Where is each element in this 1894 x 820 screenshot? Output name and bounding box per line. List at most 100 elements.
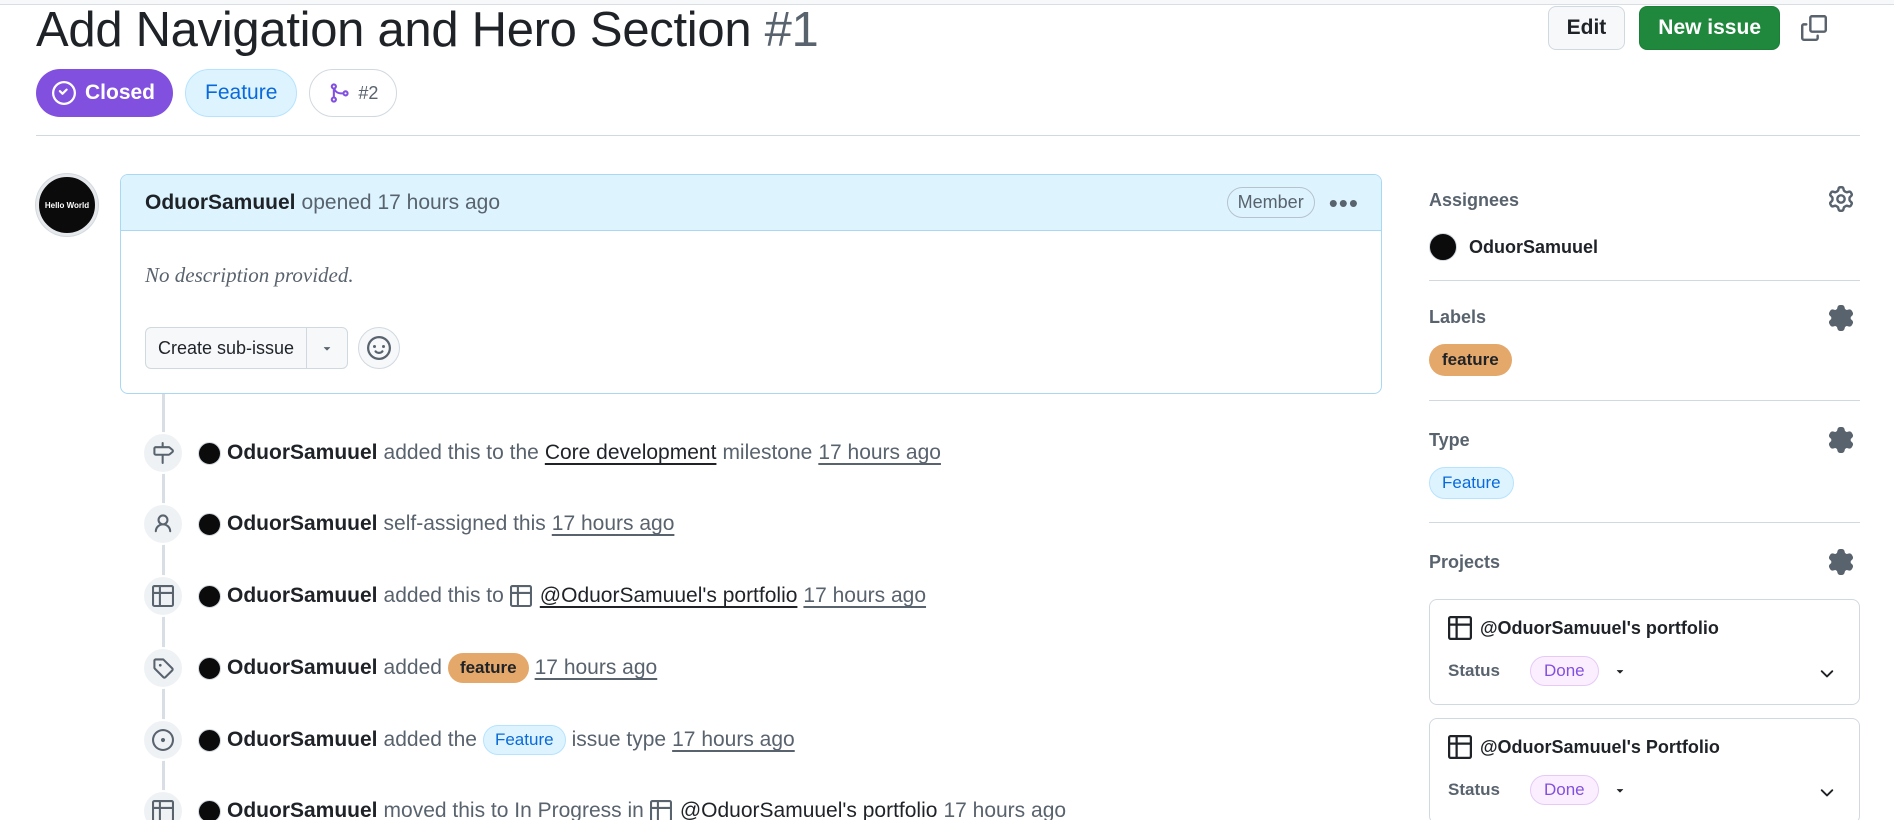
table-icon (142, 575, 184, 617)
comment-header: OduorSamuuel opened 17 hours ago Member … (121, 175, 1381, 231)
event-time[interactable]: 17 hours ago (803, 584, 926, 608)
event-actor[interactable]: OduorSamuuel (227, 728, 378, 752)
create-sub-issue-split-button: Create sub-issue (145, 327, 349, 369)
triangle-down-icon[interactable] (307, 328, 347, 368)
milestone-icon (142, 432, 184, 474)
event-actor[interactable]: OduorSamuuel (227, 441, 378, 465)
issue-type-badge[interactable]: Feature (185, 69, 298, 117)
status-label: Status (1448, 780, 1500, 799)
label-badge[interactable]: feature (447, 653, 529, 683)
status-badge[interactable]: Done (1529, 775, 1599, 805)
avatar[interactable] (198, 656, 221, 680)
more-options-icon[interactable]: ••• (1329, 190, 1359, 216)
labels-title: Labels (1429, 307, 1487, 327)
timeline-event: OduorSamuuel self-assigned this 17 hours… (142, 502, 674, 546)
gear-icon[interactable] (1828, 186, 1854, 217)
project-link[interactable]: @OduorSamuuel's portfolio (680, 799, 938, 820)
project-icon (509, 585, 532, 607)
assignees-section: Assignees OduorSamuuel (1429, 174, 1860, 281)
comment-author[interactable]: OduorSamuuel (145, 191, 296, 215)
event-time[interactable]: 17 hours ago (552, 512, 675, 536)
event-time[interactable]: 17 hours ago (943, 799, 1066, 820)
chevron-down-icon[interactable] (1817, 664, 1837, 689)
milestone-link[interactable]: Core development (545, 441, 717, 465)
event-actor[interactable]: OduorSamuuel (227, 799, 378, 820)
issue-body-comment: OduorSamuuel opened 17 hours ago Member … (120, 174, 1382, 394)
avatar[interactable] (198, 728, 221, 752)
issue-type-badge[interactable]: Feature (1429, 467, 1514, 499)
event-time[interactable]: 17 hours ago (535, 656, 658, 680)
avatar[interactable] (198, 512, 221, 536)
issue-type-icon (142, 719, 184, 761)
state-badge: Closed (36, 69, 174, 117)
timeline-event: OduorSamuuel added this to @OduorSamuuel… (142, 574, 926, 618)
avatar[interactable] (198, 584, 221, 608)
linked-pr-number: #2 (358, 82, 379, 103)
new-issue-button[interactable]: New issue (1639, 6, 1780, 50)
project-status: Status Done (1448, 775, 1841, 805)
copy-icon[interactable] (1794, 8, 1834, 48)
tag-icon (142, 647, 184, 689)
header-actions: Edit New issue (1547, 6, 1834, 50)
header-divider (36, 135, 1860, 136)
assignees-title: Assignees (1429, 190, 1520, 210)
project-card: @OduorSamuuel's portfolio Status Done (1429, 599, 1860, 705)
member-badge: Member (1226, 187, 1315, 218)
assignee-name: OduorSamuuel (1469, 236, 1599, 257)
comment-action: opened 17 hours ago (301, 190, 501, 214)
triangle-down-icon[interactable] (1613, 664, 1627, 678)
event-actor[interactable]: OduorSamuuel (227, 656, 378, 680)
status-badge[interactable]: Done (1529, 656, 1599, 686)
projects-section: Projects @OduorSamuuel's portfolio Statu… (1429, 523, 1860, 820)
timeline-event: OduorSamuuel moved this to In Progress i… (142, 789, 1066, 820)
event-text: added (383, 656, 442, 679)
table-icon (1448, 616, 1472, 640)
projects-title: Projects (1429, 552, 1501, 572)
project-name-text: @OduorSamuuel's portfolio (1480, 617, 1719, 638)
linked-pr-badge[interactable]: #2 (309, 69, 398, 117)
event-text: self-assigned this (383, 512, 546, 535)
project-name[interactable]: @OduorSamuuel's portfolio (1448, 616, 1841, 640)
timeline-event: OduorSamuuel added this to the Core deve… (142, 431, 941, 475)
project-name[interactable]: @OduorSamuuel's Portfolio (1448, 735, 1841, 759)
issue-number: #1 (764, 3, 819, 57)
issue-title-text: Add Navigation and Hero Section (36, 3, 752, 57)
event-actor[interactable]: OduorSamuuel (227, 512, 378, 536)
assignee-item[interactable]: OduorSamuuel (1429, 233, 1860, 261)
gear-icon[interactable] (1828, 305, 1854, 336)
issue-title: Add Navigation and Hero Section #1 (36, 2, 819, 58)
event-text: added the (383, 728, 477, 751)
avatar[interactable] (198, 799, 221, 820)
triangle-down-icon[interactable] (1613, 783, 1627, 797)
edit-button[interactable]: Edit (1547, 6, 1626, 50)
comment-body: No description provided. (145, 263, 354, 287)
event-text: moved this to In Progress in (383, 799, 644, 820)
label-badge[interactable]: feature (1429, 344, 1512, 376)
status-label: Status (1448, 661, 1500, 680)
project-link[interactable]: @OduorSamuuel's portfolio (540, 584, 798, 608)
labels-section: Labels feature (1429, 281, 1860, 401)
gear-icon[interactable] (1828, 549, 1854, 580)
event-time[interactable]: 17 hours ago (672, 728, 795, 752)
table-icon (142, 790, 184, 820)
event-text: milestone (722, 441, 813, 464)
type-section: Type Feature (1429, 401, 1860, 523)
event-text: added this to (383, 584, 504, 607)
author-avatar[interactable]: Hello World (36, 174, 98, 236)
issue-type-badge[interactable]: Feature (482, 725, 566, 755)
check-circle-icon (52, 81, 76, 105)
chevron-down-icon[interactable] (1817, 783, 1837, 808)
project-name-text: @OduorSamuuel's Portfolio (1480, 736, 1720, 757)
event-text: issue type (571, 728, 667, 751)
event-time[interactable]: 17 hours ago (818, 441, 941, 465)
create-sub-issue-button[interactable]: Create sub-issue (146, 328, 308, 368)
smiley-icon[interactable] (358, 327, 401, 369)
event-actor[interactable]: OduorSamuuel (227, 584, 378, 608)
avatar[interactable] (198, 441, 221, 465)
timeline-event: OduorSamuuel added the Feature issue typ… (142, 718, 795, 762)
gear-icon[interactable] (1828, 427, 1854, 458)
avatar-text: Hello World (44, 200, 90, 210)
sidebar: Assignees OduorSamuuel Labels feature Ty… (1429, 174, 1860, 820)
project-card: @OduorSamuuel's Portfolio Status Done (1429, 718, 1860, 820)
person-icon (142, 503, 184, 545)
